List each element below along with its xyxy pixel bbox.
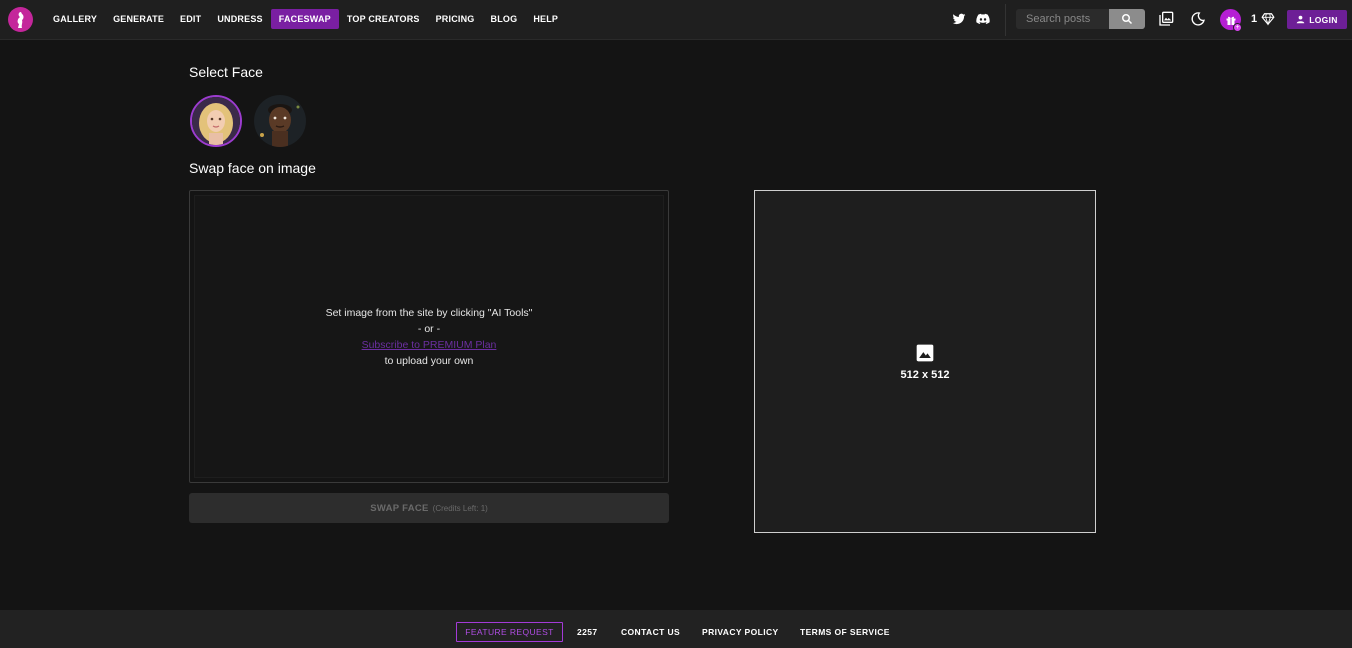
nav-generate[interactable]: GENERATE xyxy=(105,9,172,29)
face-avatar-woman xyxy=(192,97,240,145)
diamond-icon xyxy=(1261,13,1275,26)
nav-faceswap[interactable]: FACESWAP xyxy=(270,9,339,29)
credits-count: 1 xyxy=(1251,13,1258,25)
user-icon xyxy=(1297,15,1305,24)
select-face-title: Select Face xyxy=(189,64,263,80)
twitter-icon[interactable] xyxy=(952,12,966,26)
nav-gallery[interactable]: GALLERY xyxy=(45,9,105,29)
feature-request-button[interactable]: FEATURE REQUEST xyxy=(456,622,563,642)
face-option-2[interactable] xyxy=(254,95,306,147)
subscribe-premium-link[interactable]: Subscribe to PREMIUM Plan xyxy=(362,337,497,353)
nav-top-creators[interactable]: TOP CREATORS xyxy=(339,9,428,29)
library-icon[interactable] xyxy=(1158,11,1174,27)
footer-count: 2257 xyxy=(577,627,598,637)
privacy-policy-link[interactable]: PRIVACY POLICY xyxy=(702,627,779,637)
upload-or: - or - xyxy=(417,322,441,335)
search-button[interactable] xyxy=(1109,9,1145,29)
login-label: LOGIN xyxy=(1309,14,1338,25)
nav-pricing[interactable]: PRICING xyxy=(428,9,483,29)
contact-us-link[interactable]: CONTACT US xyxy=(621,627,680,637)
result-dimensions: 512 x 512 xyxy=(900,368,950,381)
nav-undress[interactable]: UNDRESS xyxy=(209,9,270,29)
search-bar xyxy=(1016,9,1145,29)
logo-icon xyxy=(17,11,23,28)
gift-plus-badge: + xyxy=(1233,23,1242,32)
site-logo[interactable] xyxy=(8,7,33,32)
nav-edit[interactable]: EDIT xyxy=(172,9,209,29)
main-nav: GALLERY GENERATE EDIT UNDRESS FACESWAP T… xyxy=(45,9,566,29)
nav-help[interactable]: HELP xyxy=(525,9,566,29)
face-option-1[interactable] xyxy=(190,95,242,147)
upload-dropzone[interactable]: Set image from the site by clicking "AI … xyxy=(189,190,669,483)
upload-inner: Set image from the site by clicking "AI … xyxy=(194,195,664,478)
search-icon xyxy=(1122,14,1133,25)
upload-instruction: Set image from the site by clicking "AI … xyxy=(325,306,533,319)
credits-left-label: (Credits Left: 1) xyxy=(432,503,488,513)
upload-own-text: to upload your own xyxy=(384,354,474,367)
top-header: GALLERY GENERATE EDIT UNDRESS FACESWAP T… xyxy=(0,0,1352,40)
result-preview: 512 x 512 xyxy=(754,190,1096,533)
swap-face-title: Swap face on image xyxy=(189,160,316,176)
nav-blog[interactable]: BLOG xyxy=(483,9,526,29)
face-avatar-man xyxy=(254,95,306,147)
swap-face-label: SWAP FACE xyxy=(370,502,429,514)
discord-icon[interactable] xyxy=(976,12,990,26)
swap-face-button[interactable]: SWAP FACE (Credits Left: 1) xyxy=(189,493,669,523)
terms-of-service-link[interactable]: TERMS OF SERVICE xyxy=(800,627,890,637)
search-input[interactable] xyxy=(1016,9,1109,29)
header-divider xyxy=(1005,4,1006,36)
dark-mode-icon[interactable] xyxy=(1190,11,1206,27)
login-button[interactable]: LOGIN xyxy=(1287,10,1347,29)
image-placeholder-icon xyxy=(916,344,934,361)
